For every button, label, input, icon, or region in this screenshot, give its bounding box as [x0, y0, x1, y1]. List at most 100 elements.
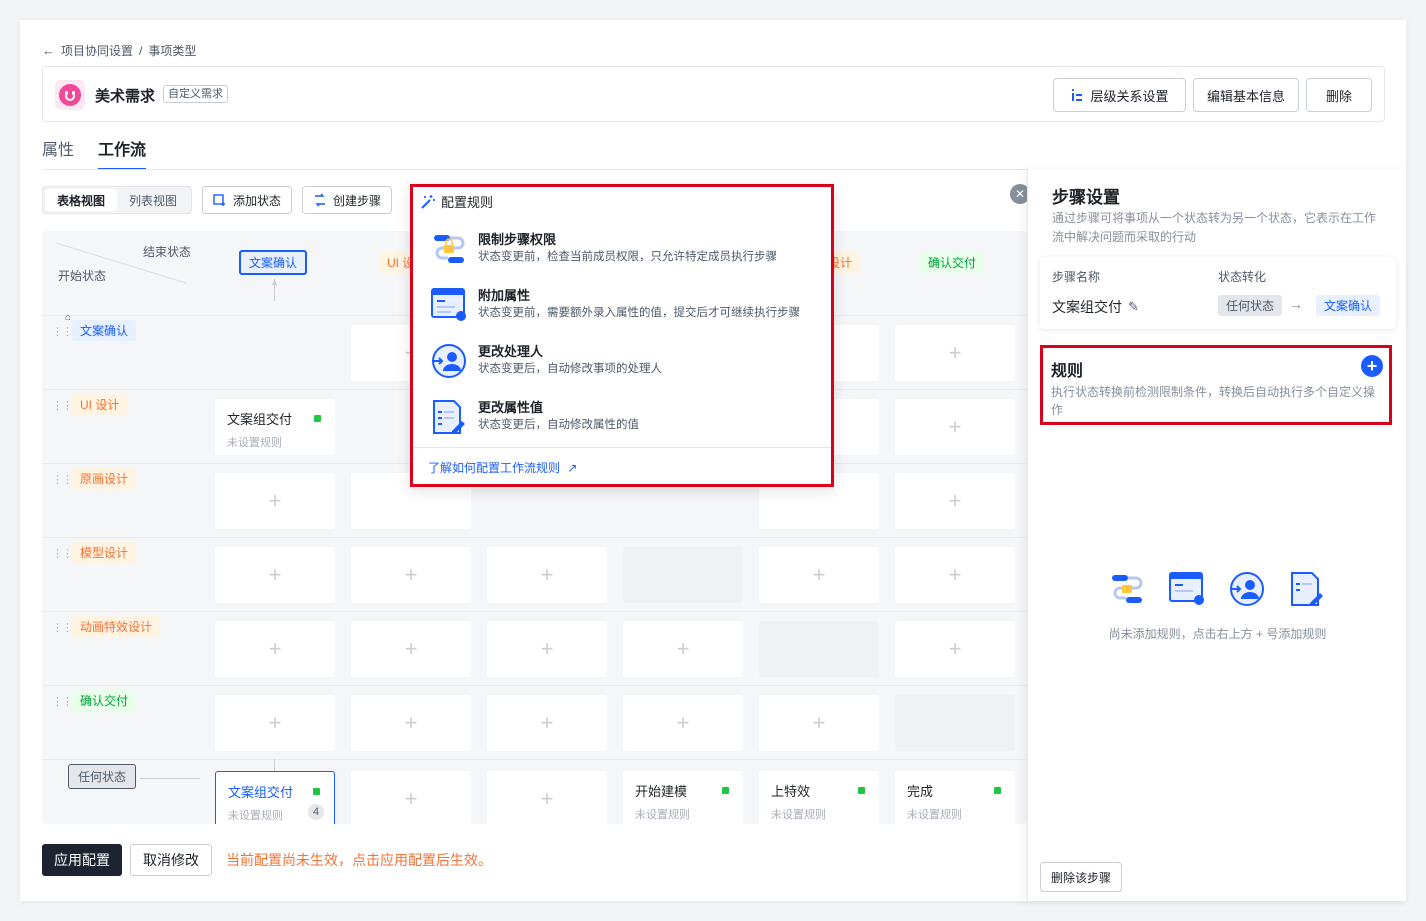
grid-cell-add[interactable]: + [895, 399, 1015, 455]
cancel-changes-button[interactable]: 取消修改 [130, 844, 212, 876]
grid-cell-add[interactable]: + [351, 695, 471, 751]
learn-link-label: 了解如何配置工作流规则 [428, 461, 561, 475]
apply-config-button[interactable]: 应用配置 [42, 844, 122, 876]
grid-cell-add[interactable]: + [487, 547, 607, 603]
add-state-icon [213, 194, 226, 206]
create-step-button[interactable]: 创建步骤 [302, 186, 393, 214]
step-cell-any-anim[interactable]: 上特效 未设置规则 [759, 771, 879, 824]
drag-handle-icon[interactable]: ⋮⋮ [52, 621, 73, 634]
grid-cell-add[interactable]: + [759, 695, 879, 751]
edit-pencil-icon[interactable]: ✎ [1128, 299, 1139, 315]
menu-item-title: 更改处理人 [478, 344, 544, 359]
status-dot [722, 787, 729, 794]
smiley-icon [55, 80, 85, 110]
grid-cell-add[interactable]: + [623, 695, 743, 751]
config-rules-button[interactable]: 配置规则 [420, 192, 493, 211]
grid-cell-add[interactable]: + [895, 473, 1015, 529]
row-divider [42, 759, 1027, 760]
add-state-label: 添加状态 [233, 193, 282, 208]
row-divider [42, 537, 1027, 538]
drag-handle-icon[interactable]: ⋮⋮ [52, 399, 73, 412]
step-name: 开始建模 [635, 784, 688, 799]
grid-cell-empty [895, 695, 1015, 751]
empty-rule-illustration [1108, 571, 1326, 607]
from-state-tag: 任何状态 [1218, 295, 1283, 316]
edit-basic-info-button[interactable]: 编辑基本信息 [1193, 78, 1299, 112]
document-edit-icon [1291, 572, 1323, 606]
row-header-anim[interactable]: 动画特效设计 [72, 616, 161, 637]
row-header-yuanhua[interactable]: 原画设计 [72, 468, 137, 489]
breadcrumb-parent[interactable]: 项目协同设置 [61, 42, 133, 59]
delete-step-button[interactable]: 删除该步骤 [1040, 862, 1123, 892]
grid-cell-add[interactable]: + [623, 621, 743, 677]
lock-flow-icon [1112, 575, 1143, 603]
grid-cell-add[interactable]: + [487, 771, 607, 824]
add-rule-plus-icon[interactable]: + [1361, 355, 1383, 377]
external-link-icon: ↗ [567, 461, 578, 475]
grid-cell-add[interactable]: + [351, 547, 471, 603]
document-edit-icon [433, 400, 465, 434]
step-cell-any-done[interactable]: 完成 未设置规则 [895, 771, 1015, 824]
hierarchy-settings-button[interactable]: 层级关系设置 [1053, 78, 1186, 112]
drag-handle-icon[interactable]: ⋮⋮ [52, 695, 73, 708]
hierarchy-settings-label: 层级关系设置 [1090, 88, 1169, 104]
grid-cell-add[interactable]: + [351, 771, 471, 824]
column-header-wenan[interactable]: 文案确认 [239, 250, 308, 275]
step-cell-wenan-ui[interactable]: 文案组交付 未设置规则 [215, 399, 335, 455]
grid-cell-add[interactable]: + [215, 473, 335, 529]
grid-cell-add[interactable]: + [487, 621, 607, 677]
step-cell-any-wenan[interactable]: 文案组交付 未设置规则 4 [215, 771, 335, 824]
grid-cell-add[interactable]: + [487, 695, 607, 751]
tab-workflow[interactable]: 工作流 [98, 136, 147, 170]
step-name: 文案组交付 [227, 412, 293, 427]
grid-cell-add[interactable]: + [895, 547, 1015, 603]
connector-line [274, 759, 275, 771]
rules-title: 规则 [1051, 363, 1084, 380]
menu-item-restrict-permission[interactable]: 限制步骤权限 状态变更前，检查当前成员权限，只允许特定成员执行步骤 [430, 229, 826, 277]
status-dot [314, 415, 321, 422]
menu-item-change-attribute[interactable]: 更改属性值 状态变更后，自动修改属性的值 [430, 397, 826, 445]
panel-description: 通过步骤可将事项从一个状态转为另一个状态，它表示在工作流中解决问题而采取的行动 [1052, 211, 1377, 244]
grid-cell-add[interactable]: + [351, 621, 471, 677]
step-cell-any-model[interactable]: 开始建模 未设置规则 [623, 771, 743, 824]
view-switcher: 表格视图 列表视图 [42, 186, 193, 214]
grid-cell-add[interactable]: + [215, 621, 335, 677]
table-view-option[interactable]: 表格视图 [45, 189, 118, 211]
drag-handle-icon[interactable]: ⋮⋮ [52, 473, 73, 486]
step-rule-status: 未设置规则 [907, 809, 962, 821]
grid-cell-add[interactable]: + [895, 325, 1015, 381]
drag-handle-icon[interactable]: ⋮⋮ [52, 547, 73, 560]
menu-item-attach-attribute[interactable]: 附加属性 状态变更前，需要额外录入属性的值，提交后才可继续执行步骤 [430, 285, 826, 333]
unsaved-warning: 当前配置尚未生效，点击应用配置后生效。 [226, 852, 492, 868]
grid-cell-add[interactable]: + [895, 621, 1015, 677]
grid-cell-add[interactable]: + [215, 695, 335, 751]
row-header-model[interactable]: 模型设计 [72, 542, 137, 563]
menu-item-change-assignee[interactable]: 更改处理人 状态变更后，自动修改事项的处理人 [430, 341, 826, 389]
drag-handle-icon[interactable]: ⋮⋮ [52, 325, 73, 338]
row-header-deliver[interactable]: 确认交付 [72, 690, 137, 711]
transition-label: 状态转化 [1218, 270, 1267, 284]
grid-cell-add[interactable]: + [759, 547, 879, 603]
learn-workflow-rules-link[interactable]: 了解如何配置工作流规则 ↗ [428, 459, 577, 476]
tab-attributes[interactable]: 属性 [42, 136, 74, 170]
list-view-option[interactable]: 列表视图 [117, 189, 189, 211]
back-arrow-icon[interactable]: ← [42, 43, 55, 58]
menu-item-desc: 状态变更后，自动修改属性的值 [478, 419, 639, 431]
row-header-ui[interactable]: UI 设计 [72, 394, 128, 415]
step-name-value[interactable]: 文案组交付 ✎ [1052, 297, 1139, 317]
step-name: 文案组交付 [228, 785, 294, 800]
magic-wand-icon [421, 194, 435, 209]
grid-cell-add[interactable]: + [215, 547, 335, 603]
row-header-wenan[interactable]: 文案确认 [72, 320, 137, 341]
user-swap-icon [1230, 572, 1264, 606]
connector-line [140, 778, 200, 779]
item-type-title: 美术需求 [95, 88, 156, 105]
panel-title: 步骤设置 [1052, 188, 1120, 207]
menu-item-title: 附加属性 [478, 288, 531, 303]
row-header-any[interactable]: 任何状态 [68, 764, 137, 789]
column-header-deliver[interactable]: 确认交付 [920, 252, 985, 273]
delete-button[interactable]: 删除 [1306, 78, 1372, 112]
menu-item-title: 更改属性值 [478, 400, 544, 415]
add-state-button[interactable]: 添加状态 [202, 186, 293, 214]
form-attach-icon [1169, 572, 1204, 605]
